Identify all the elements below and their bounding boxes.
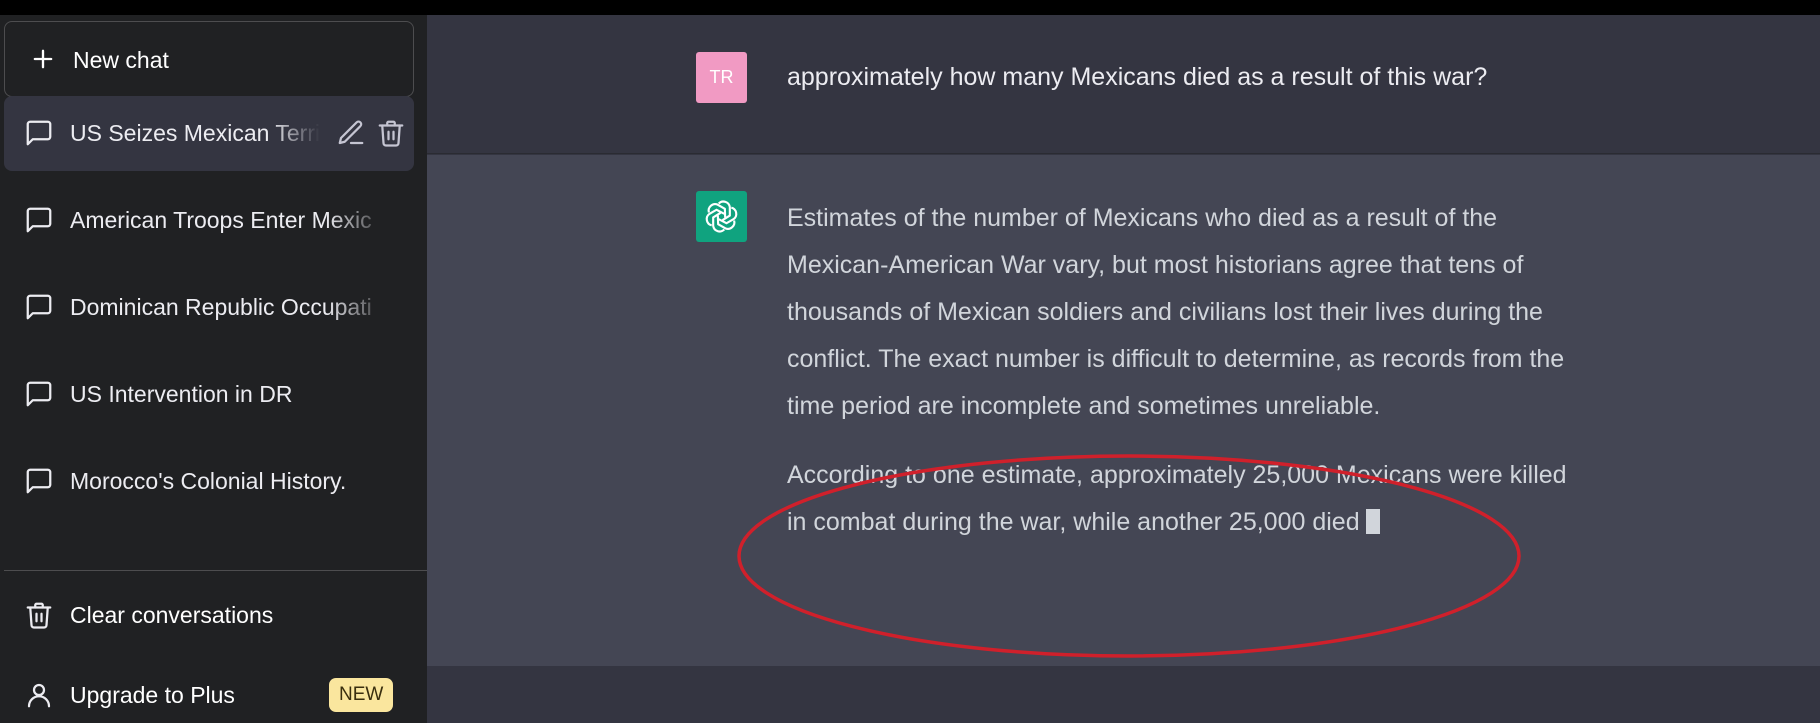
user-icon	[27, 683, 51, 708]
chat-bubble-icon	[26, 207, 52, 233]
sidebar: New chat US Seizes Mexican Terri America…	[0, 15, 427, 723]
openai-logo-icon	[705, 200, 738, 233]
user-message-text: approximately how many Mexicans died as …	[787, 63, 1488, 91]
clear-conversations-button[interactable]: Clear conversations	[4, 583, 414, 647]
conversation-item-active[interactable]: US Seizes Mexican Terri	[4, 96, 414, 171]
conversation-title: US Intervention in DR	[70, 381, 293, 407]
chat-bubble-icon	[26, 381, 52, 407]
new-badge: NEW	[329, 678, 394, 712]
assistant-message-row: Estimates of the number of Mexicans who …	[427, 155, 1820, 666]
conversation-item[interactable]: American Troops Enter Mexic	[4, 183, 414, 258]
conversation-title: American Troops Enter Mexic	[70, 207, 372, 233]
user-message-row: TR approximately how many Mexicans died …	[427, 15, 1820, 154]
chat-bubble-icon	[26, 120, 52, 146]
conversation-item[interactable]: Dominican Republic Occupati	[4, 270, 414, 345]
clear-conversations-label: Clear conversations	[70, 602, 274, 628]
sidebar-divider	[4, 570, 427, 571]
user-avatar: TR	[696, 52, 747, 103]
trash-icon	[26, 602, 52, 629]
conversation-title: US Seizes Mexican Terri	[70, 120, 320, 146]
new-chat-button[interactable]: New chat	[4, 21, 414, 97]
conversation-title: Morocco's Colonial History.	[70, 468, 347, 494]
assistant-paragraph-streaming: According to one estimate, approximately…	[787, 452, 1587, 546]
input-area-background	[427, 666, 1820, 723]
pencil-icon[interactable]	[336, 118, 366, 148]
assistant-paragraph: Estimates of the number of Mexicans who …	[787, 204, 1565, 420]
plus-icon	[33, 49, 53, 69]
assistant-paragraph-text: According to one estimate, approximately…	[787, 461, 1567, 536]
new-chat-label: New chat	[73, 47, 169, 73]
assistant-avatar	[696, 191, 747, 242]
trash-icon[interactable]	[376, 118, 406, 148]
window-top-bar	[0, 0, 1820, 15]
chat-bubble-icon	[26, 468, 52, 494]
typing-cursor	[1365, 509, 1380, 534]
conversation-item[interactable]: Morocco's Colonial History.	[4, 444, 414, 519]
conversation-item[interactable]: US Intervention in DR	[4, 357, 414, 432]
chat-bubble-icon	[26, 294, 52, 320]
chat-main: TR approximately how many Mexicans died …	[427, 15, 1820, 723]
assistant-message: Estimates of the number of Mexicans who …	[787, 195, 1587, 546]
conversation-title: Dominican Republic Occupati	[70, 294, 372, 320]
upgrade-label: Upgrade to Plus	[70, 682, 235, 708]
upgrade-to-plus-button[interactable]: Upgrade to Plus NEW	[4, 663, 414, 723]
